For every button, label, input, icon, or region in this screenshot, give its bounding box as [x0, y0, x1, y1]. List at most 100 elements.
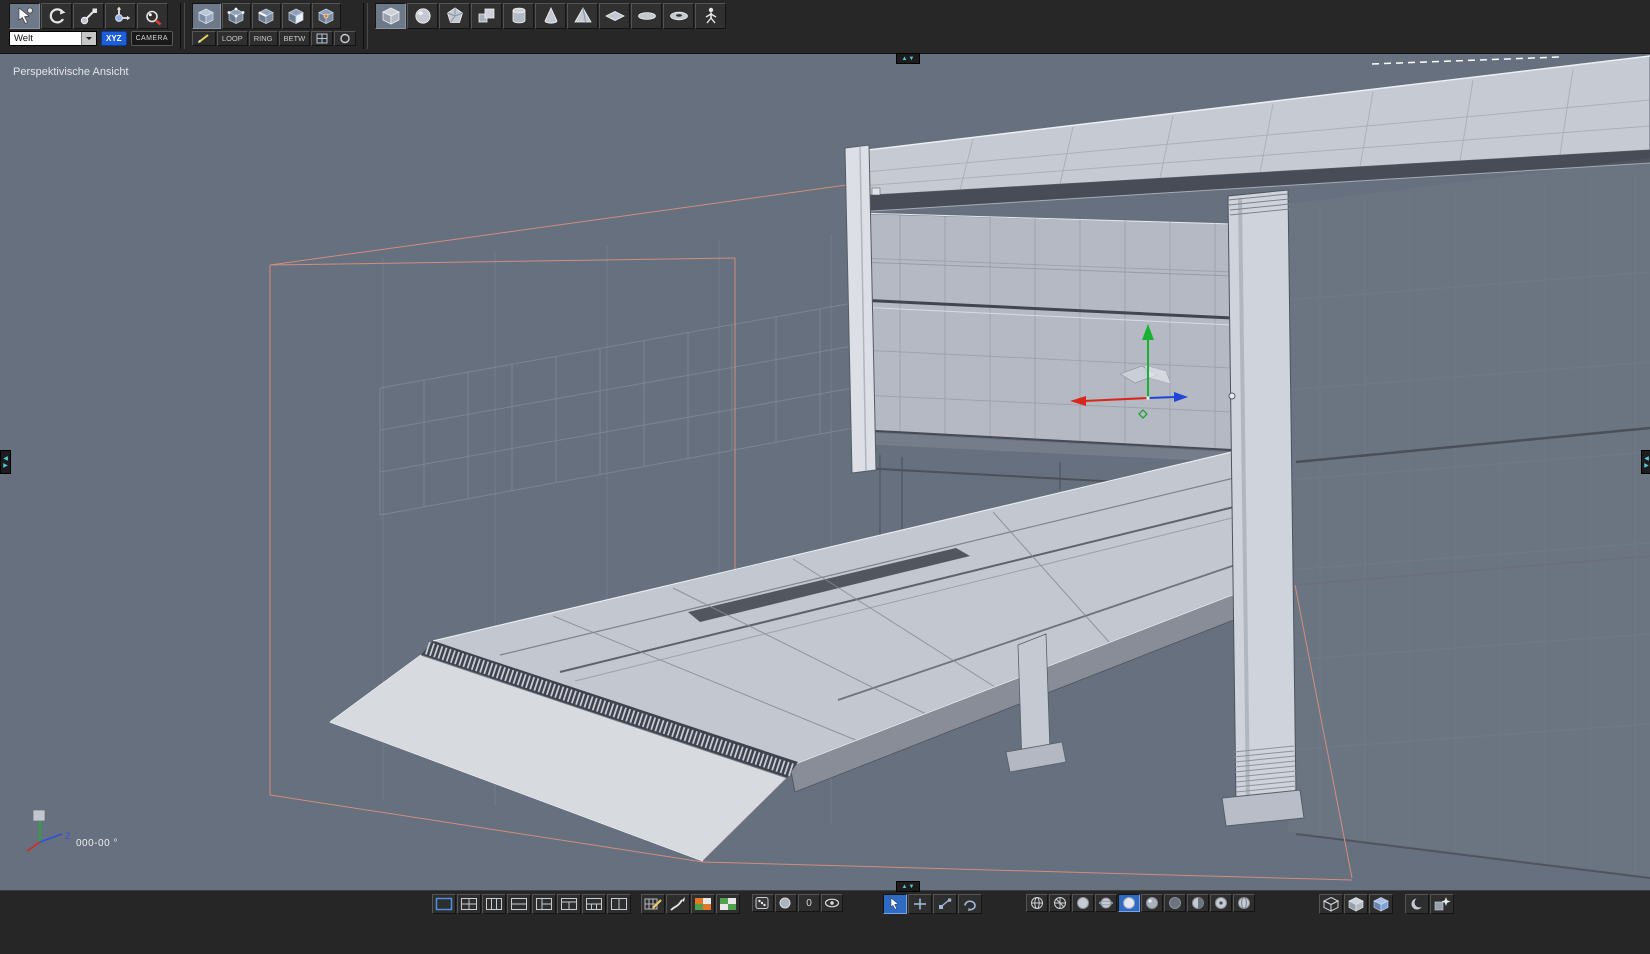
primitive-torus-button[interactable]: [663, 3, 695, 29]
zoom-tool-button[interactable]: [137, 3, 168, 29]
model-mode-cube-icon: [198, 8, 215, 25]
texture-grid-icon: [720, 898, 736, 910]
shaded-cube-button[interactable]: [1344, 894, 1368, 914]
viewport-3d[interactable]: Z Perspektivische Ansicht 000-00 °: [0, 54, 1650, 890]
material-grid-button[interactable]: [691, 894, 715, 914]
brush-icon: [670, 897, 685, 911]
line-sphere-button[interactable]: [1233, 894, 1255, 912]
paint-button[interactable]: [666, 894, 690, 914]
view-layout-group: [432, 894, 631, 914]
cone-icon: [544, 7, 558, 24]
coordinate-system-dropdown[interactable]: Welt: [9, 31, 97, 46]
primitive-pyramid-button[interactable]: [567, 3, 599, 29]
xyz-lock-button[interactable]: XYZ: [101, 31, 127, 46]
grid-snap-button[interactable]: [311, 31, 334, 46]
dot-sphere-button[interactable]: [1210, 894, 1232, 912]
visibility-button[interactable]: [821, 894, 843, 912]
dropdown-arrow-icon[interactable]: [81, 32, 96, 45]
primitive-array-button[interactable]: [471, 3, 503, 29]
primitive-cone-button[interactable]: [535, 3, 567, 29]
layout-bottom-split-button[interactable]: [582, 894, 606, 914]
layout-quad-view-button[interactable]: [457, 894, 481, 914]
selection-arrow-icon: [18, 7, 33, 24]
dice-button[interactable]: [752, 894, 774, 912]
edge-cut-button[interactable]: [191, 31, 216, 46]
move-tool-button[interactable]: [105, 3, 136, 29]
primitive-figure-button[interactable]: [695, 3, 727, 29]
cube-icon: [381, 7, 400, 25]
move-icon: [114, 6, 130, 22]
layout-top-split-button[interactable]: [557, 894, 581, 914]
arrow-right-icon: ▶: [3, 462, 8, 469]
arrow-down-icon: ▼: [908, 883, 915, 890]
rotate-icon: [49, 8, 65, 24]
layout-single-view-button[interactable]: [432, 894, 456, 914]
viewport-splitter-bottom[interactable]: ▲ ▼: [896, 881, 920, 892]
flat-sphere-button[interactable]: [1072, 894, 1094, 912]
shading-group: [1026, 894, 1255, 912]
texture-grid-button[interactable]: [716, 894, 740, 914]
two-row-icon: [511, 898, 527, 910]
mode-polygons-button[interactable]: [281, 3, 311, 29]
cube-display-group: [1319, 894, 1393, 914]
layout-two-column-button[interactable]: [607, 894, 631, 914]
uv-grid-pencil-icon: [644, 898, 662, 910]
camera-button[interactable]: CAMERA: [130, 31, 173, 46]
moon-button[interactable]: [1405, 894, 1429, 914]
zero-label: 0: [806, 897, 812, 909]
layout-three-column-button[interactable]: [482, 894, 506, 914]
viewport-splitter-left[interactable]: ◀ ▶: [0, 450, 11, 474]
primitive-sphere-button[interactable]: [407, 3, 439, 29]
zero-frame-button[interactable]: 0: [798, 894, 820, 912]
shaded-sphere-icon: [1146, 897, 1158, 909]
points-mode-cube-icon: [228, 7, 245, 25]
mode-points-button[interactable]: [221, 3, 251, 29]
torus-icon: [669, 11, 688, 21]
mode-model-button[interactable]: [191, 3, 221, 29]
viewport-move-button[interactable]: [908, 894, 932, 914]
dice-icon: [755, 897, 769, 909]
loop-selection-button[interactable]: LOOP: [216, 31, 248, 46]
active-shading-button[interactable]: [1118, 894, 1140, 912]
layout-left-split-button[interactable]: [532, 894, 556, 914]
blue-cube-button[interactable]: [1369, 894, 1393, 914]
viewport-title: Perspektivische Ansicht: [13, 66, 129, 78]
sphere-icon: [415, 8, 431, 24]
edit-group: [641, 894, 740, 914]
sparkle-cube-button[interactable]: [1430, 894, 1454, 914]
two-column-icon: [611, 898, 627, 910]
viewport-rotate-button[interactable]: [958, 894, 982, 914]
between-selection-button[interactable]: BETW: [278, 31, 311, 46]
primitive-disc-button[interactable]: [631, 3, 663, 29]
wire-globe-button[interactable]: [1026, 894, 1048, 912]
texture-mode-cube-icon: [318, 8, 335, 25]
viewport-scale-button[interactable]: [933, 894, 957, 914]
moon-icon: [1411, 897, 1425, 910]
viewport-select-button[interactable]: [883, 894, 907, 914]
axis-globe-button[interactable]: [1049, 894, 1071, 912]
circle-option-button[interactable]: [334, 31, 357, 46]
sphere-display-button[interactable]: [775, 894, 797, 912]
ring-sphere-icon: [1099, 897, 1113, 909]
rotate-tool-button[interactable]: [41, 3, 72, 29]
primitive-cube-button[interactable]: [375, 3, 407, 29]
layout-two-row-button[interactable]: [507, 894, 531, 914]
uv-edit-button[interactable]: [641, 894, 665, 914]
viewport-splitter-right[interactable]: ◀ ▶: [1641, 450, 1650, 474]
ring-sphere-button[interactable]: [1095, 894, 1117, 912]
ring-selection-button[interactable]: RING: [248, 31, 278, 46]
wire-cube-button[interactable]: [1319, 894, 1343, 914]
shaded-sphere-button[interactable]: [1141, 894, 1163, 912]
edges-mode-cube-icon: [258, 8, 275, 25]
mode-edges-button[interactable]: [251, 3, 281, 29]
mode-texture-axis-button[interactable]: [311, 3, 341, 29]
grid-icon: [316, 33, 328, 44]
half-sphere-button[interactable]: [1187, 894, 1209, 912]
scale-tool-button[interactable]: [73, 3, 104, 29]
primitive-polyhedron-button[interactable]: [439, 3, 471, 29]
primitive-cylinder-button[interactable]: [503, 3, 535, 29]
primitive-plane-button[interactable]: [599, 3, 631, 29]
live-selection-tool-button[interactable]: [9, 3, 40, 29]
dark-sphere-button[interactable]: [1164, 894, 1186, 912]
viewport-splitter-top[interactable]: ▲ ▼: [896, 53, 920, 64]
